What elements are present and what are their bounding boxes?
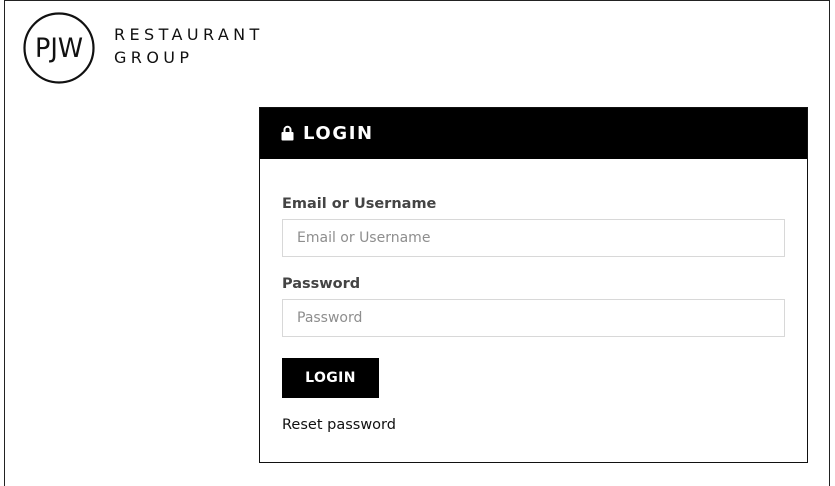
- login-card-header: LOGIN: [260, 108, 807, 159]
- brand-name: RESTAURANT GROUP: [114, 23, 264, 69]
- brand-name-line2: GROUP: [114, 48, 194, 67]
- login-card-title: LOGIN: [303, 123, 374, 144]
- lock-icon: [281, 125, 294, 140]
- logo-initials: PJW: [35, 33, 83, 64]
- pjw-logo-icon: PJW: [23, 12, 95, 84]
- email-label: Email or Username: [282, 196, 437, 212]
- login-button[interactable]: LOGIN: [282, 358, 379, 398]
- email-field[interactable]: [282, 219, 785, 257]
- password-label: Password: [282, 276, 361, 292]
- brand-name-line1: RESTAURANT: [114, 25, 264, 44]
- reset-password-link[interactable]: Reset password: [282, 417, 396, 433]
- password-field[interactable]: [282, 299, 785, 337]
- brand-logo[interactable]: PJW RESTAURANT GROUP: [22, 11, 264, 85]
- login-form: Email or Username Password LOGIN Reset p…: [260, 196, 807, 434]
- login-card: LOGIN Email or Username Password LOGIN R…: [259, 107, 808, 463]
